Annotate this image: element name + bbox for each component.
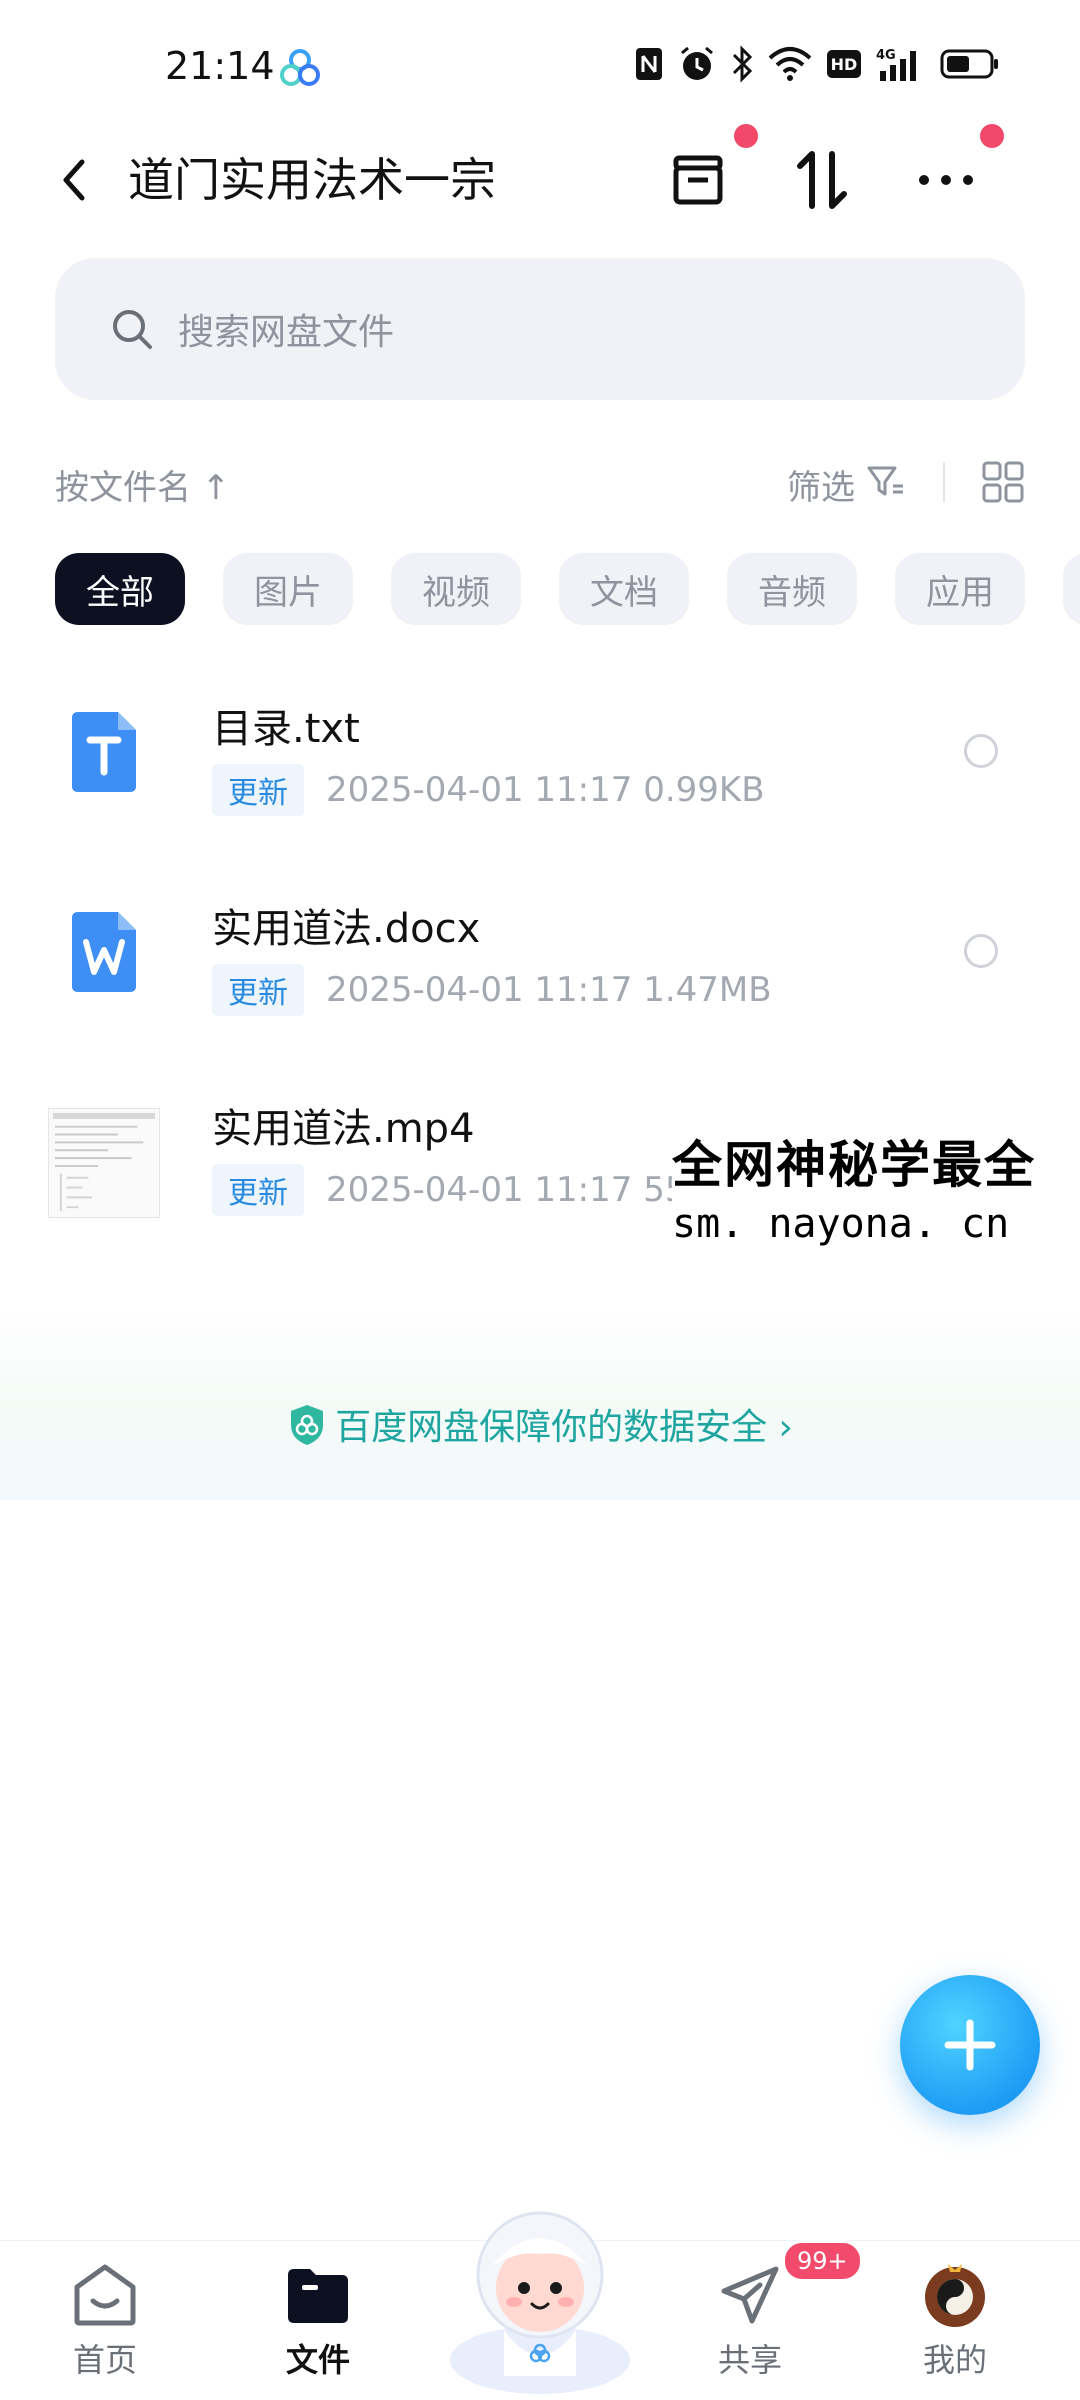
divider (943, 462, 945, 502)
4g-signal-icon: 4G (876, 44, 926, 84)
search-placeholder: 搜索网盘文件 (178, 312, 395, 353)
avatar (925, 2264, 985, 2327)
file-name: 目录.txt (212, 706, 360, 752)
file-row[interactable]: 实用道法.docx 更新 2025-04-01 11:17 1.47MB (0, 872, 1080, 1072)
nav-mine[interactable]: 我的 (885, 2261, 1025, 2381)
select-checkbox[interactable] (964, 734, 998, 768)
tab-apps[interactable]: 应用 (895, 553, 1025, 625)
select-checkbox[interactable] (964, 934, 998, 968)
file-meta: 更新 2025-04-01 11:17 1.47MB (212, 964, 772, 1016)
security-banner-text: 百度网盘保障你的数据安全 › (335, 1407, 793, 1448)
wifi-icon (768, 44, 812, 84)
mascot-assistant-button[interactable] (430, 2180, 650, 2400)
battery-icon (940, 44, 1000, 84)
sort-order-button[interactable] (782, 140, 862, 220)
more-options-button[interactable] (906, 140, 986, 220)
sort-arrows-icon (797, 151, 847, 209)
app-root: 21:14 HD 4G 道门实用法术一宗 搜索网盘文件 按文件名 ↑ 筛选 全部… (0, 0, 1080, 2400)
home-icon (74, 2264, 136, 2326)
nav-files[interactable]: 文件 (248, 2261, 388, 2381)
tab-images[interactable]: 图片 (223, 553, 353, 625)
hd-icon: HD (826, 44, 862, 84)
nav-files-label: 文件 (285, 2341, 350, 2379)
filter-button[interactable]: 筛选 (787, 460, 855, 509)
security-banner[interactable]: 百度网盘保障你的数据安全 › (0, 1398, 1080, 1450)
update-badge: 更新 (212, 1164, 304, 1216)
file-info: 2025-04-01 11:17 55 (326, 1170, 687, 1210)
more-dots-icon (919, 175, 973, 185)
video-thumbnail (48, 1108, 160, 1218)
page-title: 道门实用法术一宗 (128, 153, 496, 207)
notification-dot (734, 124, 758, 148)
tab-documents[interactable]: 文档 (559, 553, 689, 625)
search-input[interactable]: 搜索网盘文件 (55, 258, 1025, 400)
file-info: 2025-04-01 11:17 1.47MB (326, 970, 772, 1010)
inbox-icon (673, 155, 723, 205)
file-info: 2025-04-01 11:17 0.99KB (326, 770, 765, 810)
file-meta: 更新 2025-04-01 11:17 0.99KB (212, 764, 765, 816)
txt-file-icon (72, 712, 136, 792)
tab-all[interactable]: 全部 (55, 553, 185, 625)
sort-filter-row: 按文件名 ↑ 筛选 (55, 452, 1025, 512)
bluetooth-icon (730, 44, 754, 84)
category-tabs: 全部 图片 视频 文档 音频 应用 (55, 553, 1080, 625)
search-icon (113, 310, 152, 349)
status-icons: HD 4G (634, 44, 1000, 84)
tab-more[interactable] (1063, 553, 1080, 625)
tab-audio[interactable]: 音频 (727, 553, 857, 625)
alarm-icon (678, 44, 716, 84)
nfc-icon (634, 44, 664, 84)
header-bar: 道门实用法术一宗 (0, 120, 1080, 240)
watermark-line-1: 全网神秘学最全 (672, 1136, 1036, 1194)
watermark-line-2: sm. nayona. cn (672, 1201, 1010, 1247)
back-button[interactable] (48, 150, 98, 210)
filter-icon (867, 466, 903, 496)
grid-view-icon[interactable] (981, 460, 1025, 504)
watermark-overlay: 全网神秘学最全 sm. nayona. cn (672, 1125, 1080, 1247)
file-name: 实用道法.docx (212, 906, 481, 952)
chevron-left-icon (63, 159, 85, 201)
sort-by-name-button[interactable]: 按文件名 ↑ (55, 460, 230, 509)
add-button[interactable] (900, 1975, 1040, 2115)
baidu-netdisk-icon (280, 49, 320, 86)
plus-icon (944, 2019, 996, 2071)
status-bar: 21:14 HD 4G (0, 0, 1080, 130)
share-count-badge: 99+ (782, 2240, 863, 2282)
update-badge: 更新 (212, 964, 304, 1016)
status-time: 21:14 (165, 44, 275, 88)
folder-icon (288, 2269, 348, 2323)
send-icon (721, 2266, 779, 2324)
nav-share-label: 共享 (717, 2341, 782, 2379)
tab-videos[interactable]: 视频 (391, 553, 521, 625)
file-row[interactable]: 目录.txt 更新 2025-04-01 11:17 0.99KB (0, 672, 1080, 872)
shield-icon (291, 1405, 324, 1445)
nav-home-label: 首页 (72, 2341, 137, 2379)
word-file-icon (72, 912, 136, 992)
file-meta: 更新 2025-04-01 11:17 55 (212, 1164, 686, 1216)
svg-text:HD: HD (831, 55, 858, 74)
nav-home[interactable]: 首页 (35, 2261, 175, 2381)
svg-text:4G: 4G (876, 48, 896, 63)
file-name: 实用道法.mp4 (212, 1106, 475, 1152)
notification-dot (980, 124, 1004, 148)
nav-mine-label: 我的 (922, 2341, 987, 2379)
update-badge: 更新 (212, 764, 304, 816)
transfer-list-button[interactable] (658, 140, 738, 220)
